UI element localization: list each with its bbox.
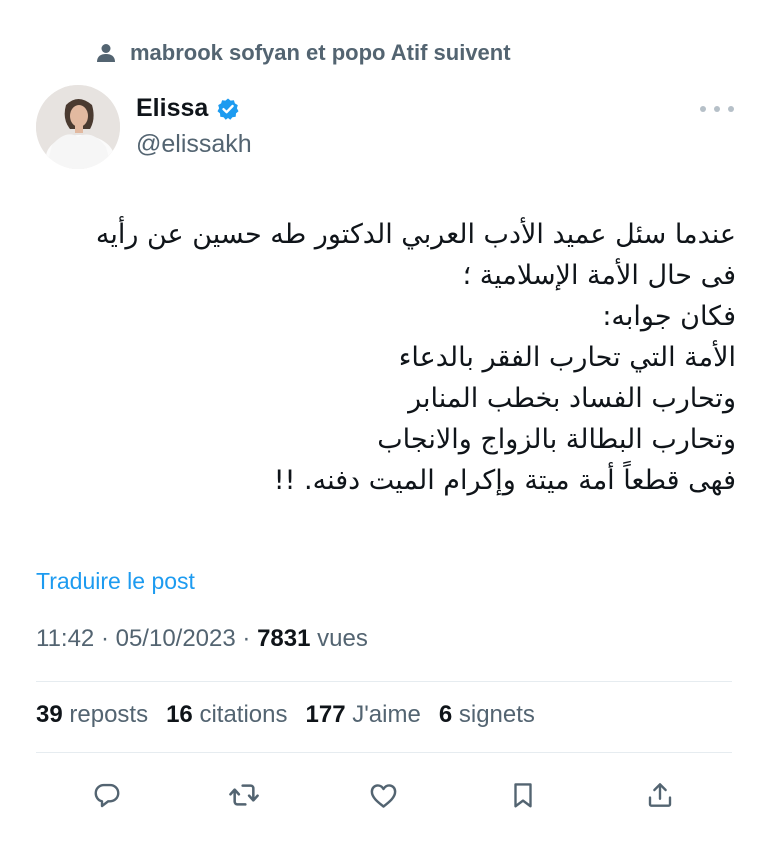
translate-post-link[interactable]: Traduire le post [36, 568, 195, 595]
tweet-line: فى حال الأمة الإسلامية ؛ [462, 260, 736, 291]
more-dot [728, 106, 734, 112]
author-handle[interactable]: @elissakh [136, 130, 252, 159]
reposts-count: 39 [36, 701, 63, 728]
reposts-label: reposts [69, 701, 149, 728]
bookmarks-stat[interactable]: 6 signets [439, 701, 535, 729]
action-bar [0, 773, 768, 817]
author-name-row[interactable]: Elissa [136, 94, 240, 123]
tweet-text: عندما سئل عميد الأدب العربي الدكتور طه ح… [36, 214, 736, 501]
social-context-text: mabrook sofyan et popo Atif suivent [130, 40, 511, 65]
author-name: Elissa [136, 94, 209, 122]
repost-button[interactable] [222, 773, 266, 817]
tweet-line: وتحارب الفساد بخطب المنابر [408, 383, 736, 414]
views-count: 7831 [257, 625, 311, 652]
more-dot [700, 106, 706, 112]
divider [36, 681, 732, 682]
reply-icon [94, 783, 120, 808]
repost-icon [229, 784, 259, 806]
reply-button[interactable] [85, 773, 129, 817]
bookmark-button[interactable] [501, 773, 545, 817]
like-icon [370, 783, 396, 808]
avatar[interactable] [36, 85, 120, 169]
tweet-line: فكان جوابه: [602, 301, 736, 332]
tweet-line: فهى قطعاً أمة ميتة وإكرام الميت دفنه. !! [273, 465, 736, 496]
tweet-time[interactable]: 11:42 [36, 625, 94, 652]
likes-label: J'aime [352, 701, 421, 728]
verified-badge-icon [217, 98, 239, 120]
bookmark-icon [514, 783, 532, 808]
views-label: vues [317, 625, 368, 652]
divider [36, 752, 732, 753]
bookmarks-label: signets [458, 701, 535, 728]
tweet-meta: 11:42 · 05/10/2023 · 7831 vues [36, 625, 368, 652]
social-context[interactable]: mabrook sofyan et popo Atif suivent [96, 40, 511, 66]
avatar-image [36, 85, 120, 169]
quotes-count: 16 [166, 701, 193, 728]
quotes-label: citations [199, 701, 288, 728]
more-options-icon[interactable] [700, 102, 734, 116]
reposts-stat[interactable]: 39 reposts [36, 701, 148, 729]
quotes-stat[interactable]: 16 citations [166, 701, 287, 729]
likes-stat[interactable]: 177 J'aime [306, 701, 421, 729]
person-icon [97, 44, 115, 62]
share-button[interactable] [638, 773, 682, 817]
likes-count: 177 [305, 701, 346, 728]
share-icon [648, 783, 672, 807]
like-button[interactable] [361, 773, 405, 817]
tweet-line: الأمة التي تحارب الفقر بالدعاء [398, 342, 736, 373]
tweet-date[interactable]: 05/10/2023 [116, 625, 236, 652]
bookmarks-count: 6 [438, 701, 453, 728]
more-dot [714, 106, 720, 112]
tweet-line: وتحارب البطالة بالزواج والانجاب [377, 424, 736, 455]
tweet-line: عندما سئل عميد الأدب العربي الدكتور طه ح… [95, 219, 736, 250]
engagement-stats: 39 reposts 16 citations 177 J'aime 6 sig… [36, 701, 535, 729]
